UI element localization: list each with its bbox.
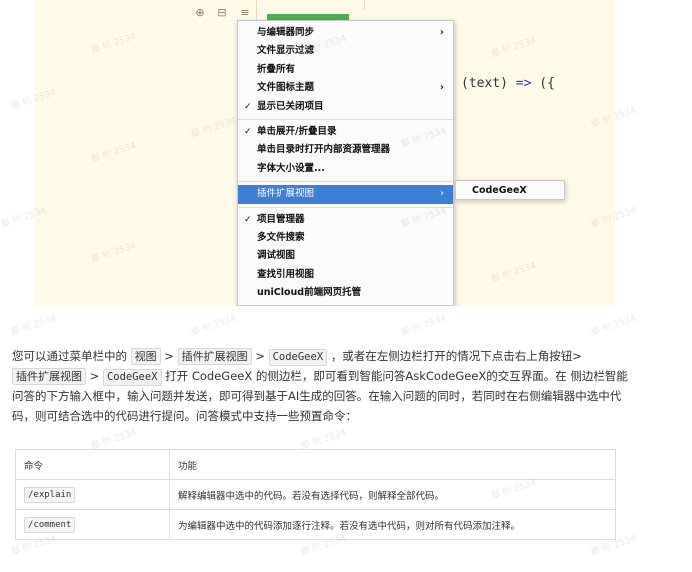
desc-cell: 解释编辑器中选中的代码。若没有选择代码，则解释全部代码。 xyxy=(169,479,616,510)
watermark: 鄙 桁 2534 xyxy=(300,427,348,452)
menu-item-label: 查找引用视图 xyxy=(257,268,315,280)
menu-item-label: 字体大小设置... xyxy=(257,162,325,174)
menu-item-project-manager[interactable]: ✓ 项目管理器 xyxy=(238,211,453,229)
command-chip: /comment xyxy=(24,516,76,533)
header-command: 命令 xyxy=(15,449,170,480)
menu-item-label: 文件显示过滤 xyxy=(257,45,315,57)
menu-item-file-filter[interactable]: 文件显示过滤 xyxy=(238,42,453,60)
desc-cell: 为编辑器中选中的代码添加逐行注释。若没有选中代码，则对所有代码添加注释。 xyxy=(169,509,616,540)
ide-screenshot: ⊕ ⊟ ≡ (text) => ({ 与编辑器同步 › 文件显示过滤 折叠所有 文… xyxy=(34,0,615,306)
chevron-right-icon: › xyxy=(440,188,444,200)
separator-text: > xyxy=(251,349,269,363)
menu-item-collapse-all[interactable]: 折叠所有 xyxy=(238,61,453,79)
collapse-icon[interactable]: ⊟ xyxy=(216,7,228,19)
code-arrow: => xyxy=(515,76,532,91)
watermark: 鄙 桁 2534 xyxy=(190,313,238,338)
menu-icon[interactable]: ≡ xyxy=(239,7,251,19)
menu-separator xyxy=(238,118,453,120)
menu-item-open-inner-explorer[interactable]: 单击目录时打开内部资源管理器 xyxy=(238,141,453,159)
instruction-paragraph: 您可以通过菜单栏中的 视图 > 插件扩展视图 > CodeGeeX ，或者在左侧… xyxy=(12,346,637,426)
editor-divider xyxy=(364,0,365,10)
keyword-codegeex: CodeGeeX xyxy=(102,369,162,386)
menu-item-label: 项目管理器 xyxy=(257,213,305,225)
para-text: 您可以通过菜单栏中的 xyxy=(12,349,131,363)
menu-item-label: 插件扩展视图 xyxy=(257,188,315,200)
watermark: 鄙 桁 2534 xyxy=(10,313,58,338)
menu-item-multi-file-search[interactable]: 多文件搜索 xyxy=(238,229,453,247)
menu-item-sync-editor[interactable]: 与编辑器同步 › xyxy=(238,24,453,42)
keyword-codegeex: CodeGeeX xyxy=(268,349,328,366)
commands-table: 命令 功能 /explain 解释编辑器中选中的代码。若没有选择代码，则解释全部… xyxy=(15,449,616,540)
code-rest: ({ xyxy=(531,76,555,91)
header-function: 功能 xyxy=(169,449,616,480)
check-icon: ✓ xyxy=(244,214,252,225)
table-header-row: 命令 功能 xyxy=(15,449,616,480)
menu-item-label: 调试视图 xyxy=(257,250,296,262)
menu-item-label: 显示已关闭项目 xyxy=(257,100,324,112)
watermark: 鄙 桁 2534 xyxy=(90,427,138,452)
menu-item-unicloud-hosting[interactable]: uniCloud前端网页托管 xyxy=(238,284,453,302)
menu-item-label: 折叠所有 xyxy=(257,63,296,75)
menu-separator xyxy=(238,181,453,183)
separator-text: > xyxy=(160,349,178,363)
submenu-item-codegeex[interactable]: CodeGeeX xyxy=(455,180,565,200)
menu-item-label: 文件图标主题 xyxy=(257,82,315,94)
table-row: /explain 解释编辑器中选中的代码。若没有选择代码，则解释全部代码。 xyxy=(15,479,616,510)
para-text: ，或者在左侧边栏打开的情况下点击右上角按钮> xyxy=(327,349,582,363)
watermark: 鄙 桁 2534 xyxy=(400,313,448,338)
menu-item-label: 单击展开/折叠目录 xyxy=(257,125,337,137)
keyword-plugin-views: 插件扩展视图 xyxy=(177,348,252,365)
menu-separator xyxy=(238,206,453,208)
table-row: /comment 为编辑器中选中的代码添加逐行注释。若没有选中代码，则对所有代码… xyxy=(15,509,616,540)
view-context-menu: 与编辑器同步 › 文件显示过滤 折叠所有 文件图标主题 › ✓ 显示已关闭项目 ✓ 单击… xyxy=(237,20,454,306)
check-icon: ✓ xyxy=(244,126,252,137)
menu-item-label: 与编辑器同步 xyxy=(257,27,315,38)
code-snippet: (text) => ({ xyxy=(461,76,555,91)
watermark: 鄙 桁 2534 xyxy=(590,313,638,338)
cmd-cell: /comment xyxy=(15,509,170,540)
menu-item-debug-view[interactable]: 调试视图 xyxy=(238,247,453,265)
menu-item-label: 多文件搜索 xyxy=(257,231,305,243)
menu-item-label: 单击目录时打开内部资源管理器 xyxy=(257,144,391,156)
menu-item-show-closed-projects[interactable]: ✓ 显示已关闭项目 xyxy=(238,98,453,116)
chevron-right-icon: › xyxy=(439,27,444,38)
menu-item-plugin-views[interactable]: 插件扩展视图 › xyxy=(238,185,453,204)
chevron-right-icon: › xyxy=(439,82,444,94)
command-chip: /explain xyxy=(24,486,76,503)
menu-item-find-references[interactable]: 查找引用视图 xyxy=(238,266,453,284)
target-icon[interactable]: ⊕ xyxy=(194,7,206,19)
menu-item-file-icon-theme[interactable]: 文件图标主题 › xyxy=(238,79,453,97)
keyword-plugin-views: 插件扩展视图 xyxy=(12,368,86,385)
separator-text: > xyxy=(86,369,103,383)
menu-item-label: uniCloud前端网页托管 xyxy=(257,287,362,299)
menu-item-single-click-expand[interactable]: ✓ 单击展开/折叠目录 xyxy=(238,123,453,141)
keyword-view: 视图 xyxy=(130,348,161,365)
check-icon: ✓ xyxy=(244,101,252,112)
code-text: (text) xyxy=(461,76,516,91)
menu-item-font-size[interactable]: 字体大小设置... xyxy=(238,160,453,178)
cmd-cell: /explain xyxy=(15,479,170,510)
